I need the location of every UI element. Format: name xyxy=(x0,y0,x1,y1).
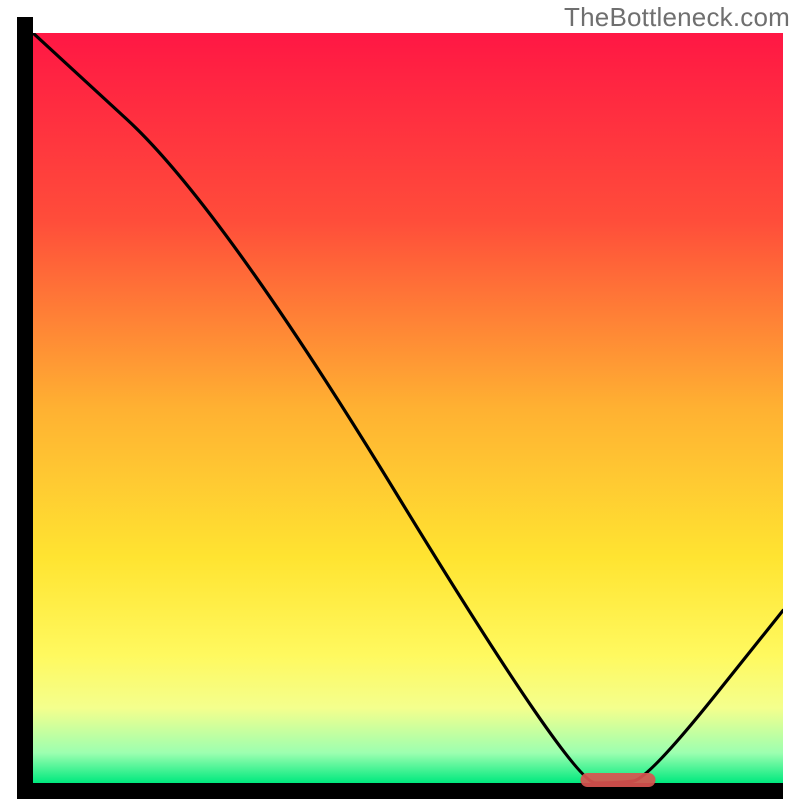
y-axis xyxy=(17,17,33,783)
bottleneck-chart xyxy=(0,0,800,800)
chart-container: TheBottleneck.com xyxy=(0,0,800,800)
optimal-range-marker xyxy=(581,773,656,787)
watermark-text: TheBottleneck.com xyxy=(564,2,790,33)
plot-gradient-area xyxy=(33,33,783,783)
x-axis xyxy=(17,783,783,799)
